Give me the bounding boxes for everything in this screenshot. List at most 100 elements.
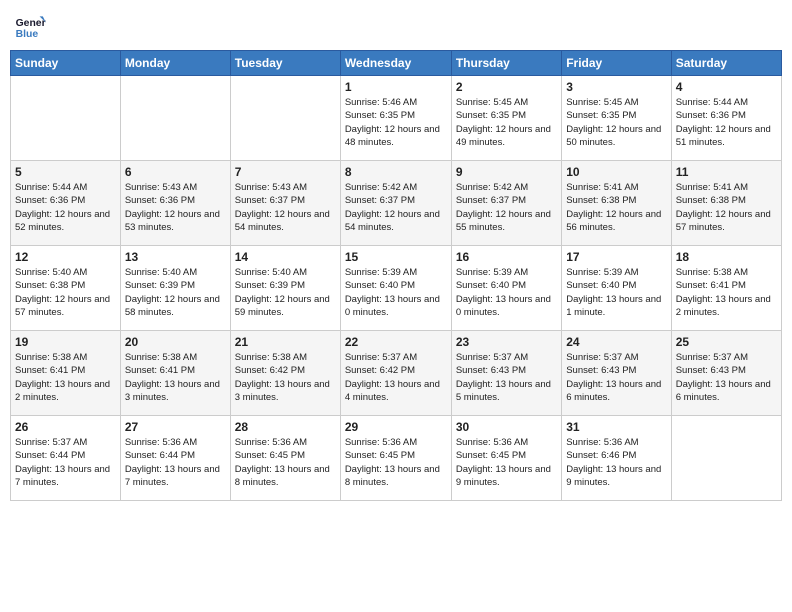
day-info: Sunrise: 5:36 AMSunset: 6:44 PMDaylight:… (125, 436, 226, 489)
weekday-header: Sunday (11, 51, 121, 76)
calendar-cell: 5 Sunrise: 5:44 AMSunset: 6:36 PMDaylight… (11, 161, 121, 246)
day-info: Sunrise: 5:38 AMSunset: 6:42 PMDaylight:… (235, 351, 336, 404)
day-number: 13 (125, 250, 226, 264)
header-row: SundayMondayTuesdayWednesdayThursdayFrid… (11, 51, 782, 76)
calendar-week-row: 1 Sunrise: 5:46 AMSunset: 6:35 PMDaylight… (11, 76, 782, 161)
calendar-cell: 3Sunrise: 5:45 AMSunset: 6:35 PMDaylight… (562, 76, 671, 161)
logo-icon: General Blue (14, 10, 46, 42)
svg-text:General: General (16, 18, 46, 29)
calendar-cell: 1 Sunrise: 5:46 AMSunset: 6:35 PMDaylight… (340, 76, 451, 161)
day-number: 12 (15, 250, 116, 264)
day-number: 24 (566, 335, 666, 349)
day-info: Sunrise: 5:38 AMSunset: 6:41 PMDaylight:… (15, 351, 116, 404)
calendar-cell (230, 76, 340, 161)
weekday-header: Tuesday (230, 51, 340, 76)
day-number: 1 (345, 80, 447, 94)
calendar-cell: 10 Sunrise: 5:41 AMSunset: 6:38 PMDayligh… (562, 161, 671, 246)
day-number: 8 (345, 165, 447, 179)
calendar-cell: 25Sunrise: 5:37 AMSunset: 6:43 PMDayligh… (671, 331, 781, 416)
calendar-table: SundayMondayTuesdayWednesdayThursdayFrid… (10, 50, 782, 501)
calendar-cell: 18 Sunrise: 5:38 AMSunset: 6:41 PMDayligh… (671, 246, 781, 331)
page-header: General Blue (10, 10, 782, 42)
weekday-header: Friday (562, 51, 671, 76)
calendar-cell: 27 Sunrise: 5:36 AMSunset: 6:44 PMDayligh… (120, 416, 230, 501)
day-number: 26 (15, 420, 116, 434)
calendar-cell: 15Sunrise: 5:39 AMSunset: 6:40 PMDayligh… (340, 246, 451, 331)
calendar-cell: 13 Sunrise: 5:40 AMSunset: 6:39 PMDayligh… (120, 246, 230, 331)
calendar-cell: 31Sunrise: 5:36 AMSunset: 6:46 PMDayligh… (562, 416, 671, 501)
calendar-cell: 30 Sunrise: 5:36 AMSunset: 6:45 PMDayligh… (451, 416, 561, 501)
day-info: Sunrise: 5:36 AMSunset: 6:45 PMDaylight:… (235, 436, 336, 489)
calendar-cell: 21 Sunrise: 5:38 AMSunset: 6:42 PMDayligh… (230, 331, 340, 416)
weekday-header: Thursday (451, 51, 561, 76)
day-info: Sunrise: 5:41 AMSunset: 6:38 PMDaylight:… (566, 181, 666, 234)
day-info: Sunrise: 5:42 AMSunset: 6:37 PMDaylight:… (456, 181, 557, 234)
day-number: 19 (15, 335, 116, 349)
day-info: Sunrise: 5:40 AMSunset: 6:39 PMDaylight:… (125, 266, 226, 319)
calendar-week-row: 19 Sunrise: 5:38 AMSunset: 6:41 PMDayligh… (11, 331, 782, 416)
day-number: 9 (456, 165, 557, 179)
day-number: 28 (235, 420, 336, 434)
day-number: 6 (125, 165, 226, 179)
day-number: 18 (676, 250, 777, 264)
day-number: 4 (676, 80, 777, 94)
weekday-header: Saturday (671, 51, 781, 76)
day-number: 23 (456, 335, 557, 349)
day-number: 5 (15, 165, 116, 179)
weekday-header: Wednesday (340, 51, 451, 76)
weekday-header: Monday (120, 51, 230, 76)
day-info: Sunrise: 5:39 AMSunset: 6:40 PMDaylight:… (566, 266, 666, 319)
calendar-cell: 2Sunrise: 5:45 AMSunset: 6:35 PMDaylight… (451, 76, 561, 161)
calendar-cell: 8Sunrise: 5:42 AMSunset: 6:37 PMDaylight… (340, 161, 451, 246)
calendar-week-row: 12 Sunrise: 5:40 AMSunset: 6:38 PMDayligh… (11, 246, 782, 331)
day-info: Sunrise: 5:44 AMSunset: 6:36 PMDaylight:… (676, 96, 777, 149)
day-info: Sunrise: 5:40 AMSunset: 6:38 PMDaylight:… (15, 266, 116, 319)
day-number: 20 (125, 335, 226, 349)
calendar-cell (671, 416, 781, 501)
calendar-cell: 11 Sunrise: 5:41 AMSunset: 6:38 PMDayligh… (671, 161, 781, 246)
calendar-cell: 9 Sunrise: 5:42 AMSunset: 6:37 PMDaylight… (451, 161, 561, 246)
day-number: 30 (456, 420, 557, 434)
calendar-week-row: 5 Sunrise: 5:44 AMSunset: 6:36 PMDaylight… (11, 161, 782, 246)
calendar-cell (11, 76, 121, 161)
day-info: Sunrise: 5:36 AMSunset: 6:45 PMDaylight:… (345, 436, 447, 489)
calendar-cell: 23Sunrise: 5:37 AMSunset: 6:43 PMDayligh… (451, 331, 561, 416)
day-info: Sunrise: 5:43 AMSunset: 6:36 PMDaylight:… (125, 181, 226, 234)
day-info: Sunrise: 5:45 AMSunset: 6:35 PMDaylight:… (456, 96, 557, 149)
day-number: 25 (676, 335, 777, 349)
day-info: Sunrise: 5:38 AMSunset: 6:41 PMDaylight:… (125, 351, 226, 404)
calendar-cell: 26 Sunrise: 5:37 AMSunset: 6:44 PMDayligh… (11, 416, 121, 501)
day-number: 15 (345, 250, 447, 264)
calendar-cell: 12 Sunrise: 5:40 AMSunset: 6:38 PMDayligh… (11, 246, 121, 331)
day-number: 21 (235, 335, 336, 349)
day-info: Sunrise: 5:36 AMSunset: 6:45 PMDaylight:… (456, 436, 557, 489)
day-number: 29 (345, 420, 447, 434)
day-number: 10 (566, 165, 666, 179)
calendar-cell: 17Sunrise: 5:39 AMSunset: 6:40 PMDayligh… (562, 246, 671, 331)
logo: General Blue (14, 10, 48, 42)
calendar-cell: 14 Sunrise: 5:40 AMSunset: 6:39 PMDayligh… (230, 246, 340, 331)
calendar-cell: 7 Sunrise: 5:43 AMSunset: 6:37 PMDaylight… (230, 161, 340, 246)
day-number: 14 (235, 250, 336, 264)
calendar-cell: 22Sunrise: 5:37 AMSunset: 6:42 PMDayligh… (340, 331, 451, 416)
day-info: Sunrise: 5:46 AMSunset: 6:35 PMDaylight:… (345, 96, 447, 149)
day-number: 7 (235, 165, 336, 179)
calendar-cell: 6 Sunrise: 5:43 AMSunset: 6:36 PMDaylight… (120, 161, 230, 246)
calendar-cell: 24Sunrise: 5:37 AMSunset: 6:43 PMDayligh… (562, 331, 671, 416)
calendar-cell: 4 Sunrise: 5:44 AMSunset: 6:36 PMDaylight… (671, 76, 781, 161)
day-number: 11 (676, 165, 777, 179)
day-info: Sunrise: 5:37 AMSunset: 6:44 PMDaylight:… (15, 436, 116, 489)
day-info: Sunrise: 5:44 AMSunset: 6:36 PMDaylight:… (15, 181, 116, 234)
calendar-cell: 16 Sunrise: 5:39 AMSunset: 6:40 PMDayligh… (451, 246, 561, 331)
day-info: Sunrise: 5:36 AMSunset: 6:46 PMDaylight:… (566, 436, 666, 489)
day-info: Sunrise: 5:40 AMSunset: 6:39 PMDaylight:… (235, 266, 336, 319)
calendar-cell: 28 Sunrise: 5:36 AMSunset: 6:45 PMDayligh… (230, 416, 340, 501)
day-info: Sunrise: 5:43 AMSunset: 6:37 PMDaylight:… (235, 181, 336, 234)
day-info: Sunrise: 5:39 AMSunset: 6:40 PMDaylight:… (456, 266, 557, 319)
day-number: 16 (456, 250, 557, 264)
day-number: 27 (125, 420, 226, 434)
day-info: Sunrise: 5:41 AMSunset: 6:38 PMDaylight:… (676, 181, 777, 234)
day-info: Sunrise: 5:38 AMSunset: 6:41 PMDaylight:… (676, 266, 777, 319)
calendar-cell: 20 Sunrise: 5:38 AMSunset: 6:41 PMDayligh… (120, 331, 230, 416)
calendar-cell (120, 76, 230, 161)
